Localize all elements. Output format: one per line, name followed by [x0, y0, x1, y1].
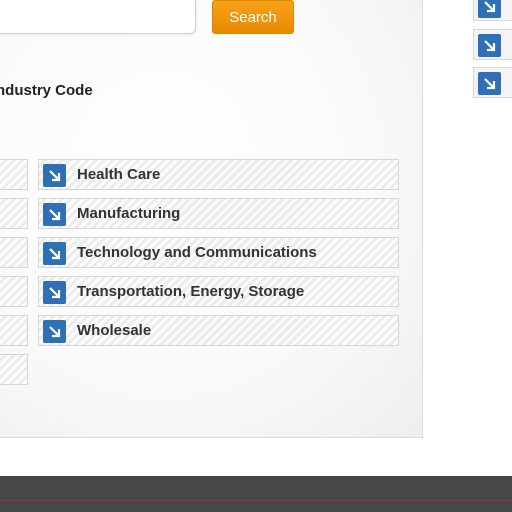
- category-tile-left[interactable]: [0, 315, 28, 346]
- category-tile-left[interactable]: [0, 198, 28, 229]
- category-tile-left[interactable]: [0, 276, 28, 307]
- category-technology-communications[interactable]: Technology and Communications: [38, 237, 399, 268]
- arrow-down-right-icon: [43, 203, 66, 226]
- page-footer: [0, 476, 512, 512]
- category-label: Transportation, Energy, Storage: [77, 283, 305, 300]
- category-health-care[interactable]: Health Care: [38, 159, 399, 190]
- category-label: Wholesale: [77, 322, 152, 339]
- arrow-down-right-icon: [43, 242, 66, 265]
- category-transportation[interactable]: Transportation, Energy, Storage: [38, 276, 399, 307]
- arrow-down-right-icon: [478, 34, 501, 57]
- category-tile-left[interactable]: [0, 354, 28, 385]
- industry-code-heading: ndustry Code: [0, 82, 93, 99]
- arrow-down-right-icon: [478, 72, 501, 95]
- sidebar-item[interactable]: [473, 0, 512, 21]
- arrow-down-right-icon: [43, 281, 66, 304]
- sidebar-item[interactable]: [473, 67, 512, 98]
- category-label: Technology and Communications: [77, 244, 317, 261]
- category-tile-left[interactable]: [0, 237, 28, 268]
- category-label: Manufacturing: [77, 205, 181, 222]
- category-tile-left[interactable]: [0, 159, 28, 190]
- category-manufacturing[interactable]: Manufacturing: [38, 198, 399, 229]
- sidebar-item[interactable]: [473, 29, 512, 60]
- footer-divider: [0, 500, 512, 501]
- category-wholesale[interactable]: Wholesale: [38, 315, 399, 346]
- arrow-down-right-icon: [478, 0, 501, 18]
- search-button[interactable]: Search: [212, 0, 294, 34]
- search-input[interactable]: [0, 0, 196, 34]
- arrow-down-right-icon: [43, 164, 66, 187]
- category-label: Health Care: [77, 166, 161, 183]
- arrow-down-right-icon: [43, 320, 66, 343]
